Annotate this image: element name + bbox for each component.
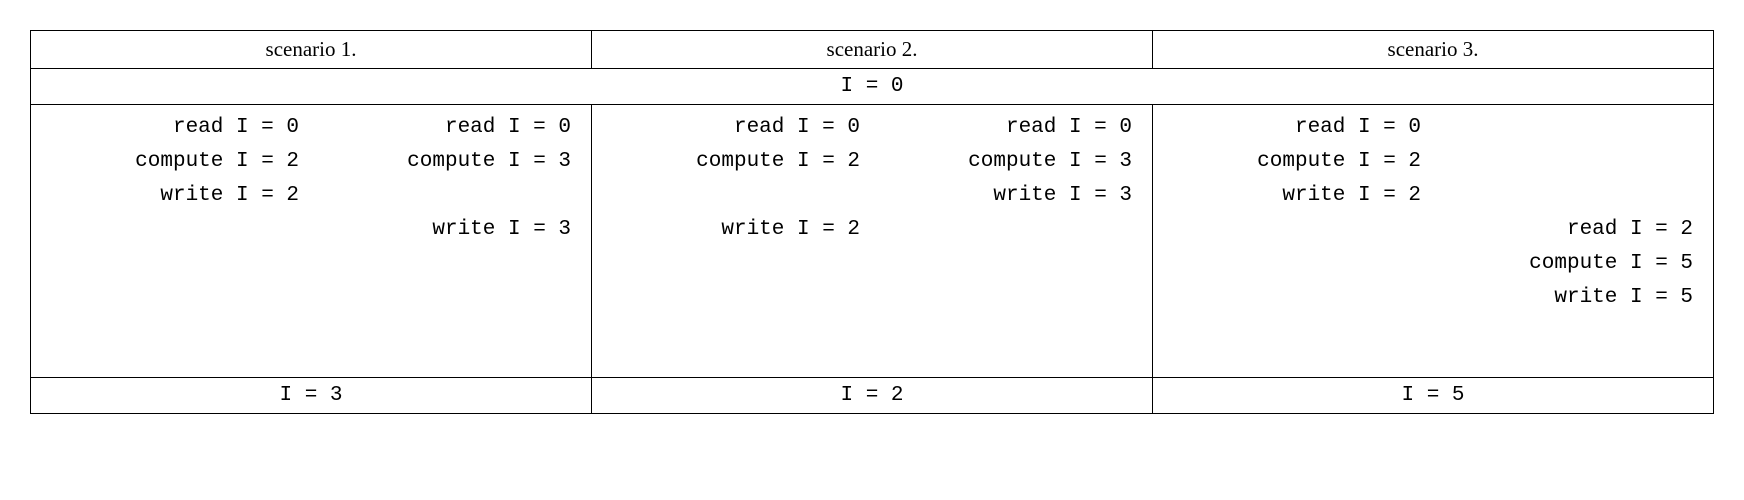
result-row: I = 3 I = 2 I = 5 [31, 378, 1714, 414]
step [1161, 281, 1433, 315]
step: compute I = 2 [39, 145, 311, 179]
scenario-1-left: read I = 0 compute I = 2 write I = 2 [39, 111, 311, 315]
step [600, 179, 872, 213]
scenario-3-left: read I = 0 compute I = 2 write I = 2 [1161, 111, 1433, 315]
step: write I = 5 [1433, 281, 1705, 315]
step [600, 247, 872, 281]
scenario-2-right: read I = 0 compute I = 3 write I = 3 [872, 111, 1144, 315]
step [1161, 247, 1433, 281]
result-scenario-1: I = 3 [31, 378, 592, 414]
init-row: I = 0 [31, 69, 1714, 105]
step: write I = 2 [600, 213, 872, 247]
result-scenario-2: I = 2 [592, 378, 1153, 414]
step: read I = 0 [39, 111, 311, 145]
step: write I = 3 [872, 179, 1144, 213]
step: read I = 0 [311, 111, 583, 145]
step: read I = 2 [1433, 213, 1705, 247]
step [39, 247, 311, 281]
header-scenario-2: scenario 2. [592, 31, 1153, 69]
step: compute I = 2 [600, 145, 872, 179]
step: read I = 0 [1161, 111, 1433, 145]
step [311, 247, 583, 281]
step [311, 179, 583, 213]
step: write I = 2 [1161, 179, 1433, 213]
step [39, 281, 311, 315]
init-value: I = 0 [31, 69, 1714, 105]
steps-row: read I = 0 compute I = 2 write I = 2 rea… [31, 105, 1714, 378]
step [311, 281, 583, 315]
step: compute I = 2 [1161, 145, 1433, 179]
scenario-3-right: read I = 2 compute I = 5 write I = 5 [1433, 111, 1705, 315]
scenarios-table: scenario 1. scenario 2. scenario 3. I = … [30, 30, 1714, 414]
step [600, 281, 872, 315]
step: write I = 2 [39, 179, 311, 213]
result-scenario-3: I = 5 [1153, 378, 1714, 414]
step [872, 247, 1144, 281]
step [872, 213, 1144, 247]
step: compute I = 3 [872, 145, 1144, 179]
step: compute I = 3 [311, 145, 583, 179]
header-scenario-3: scenario 3. [1153, 31, 1714, 69]
scenario-2-cell: read I = 0 compute I = 2 write I = 2 rea… [592, 105, 1153, 378]
scenario-1-cell: read I = 0 compute I = 2 write I = 2 rea… [31, 105, 592, 378]
step [1433, 111, 1705, 145]
header-scenario-1: scenario 1. [31, 31, 592, 69]
step: read I = 0 [600, 111, 872, 145]
step [1433, 179, 1705, 213]
step: compute I = 5 [1433, 247, 1705, 281]
step: read I = 0 [872, 111, 1144, 145]
step [1433, 145, 1705, 179]
step [872, 281, 1144, 315]
scenario-3-cell: read I = 0 compute I = 2 write I = 2 rea… [1153, 105, 1714, 378]
scenario-1-right: read I = 0 compute I = 3 write I = 3 [311, 111, 583, 315]
step [1161, 213, 1433, 247]
step [39, 213, 311, 247]
step: write I = 3 [311, 213, 583, 247]
scenario-2-left: read I = 0 compute I = 2 write I = 2 [600, 111, 872, 315]
header-row: scenario 1. scenario 2. scenario 3. [31, 31, 1714, 69]
